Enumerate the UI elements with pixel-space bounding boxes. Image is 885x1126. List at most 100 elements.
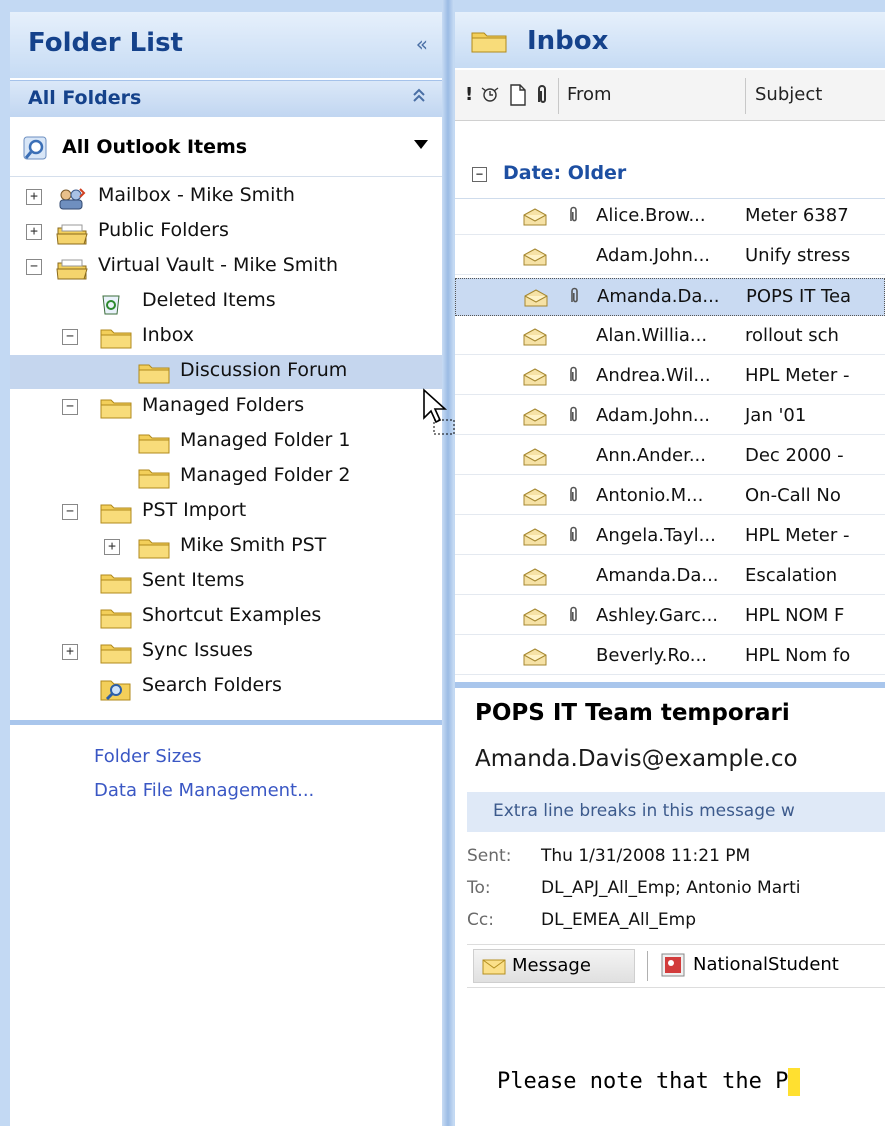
folder-icon: [100, 572, 132, 594]
message-row[interactable]: Amanda.Da... POPS IT Tea: [455, 278, 885, 316]
message-from: Adam.John...: [596, 245, 711, 266]
collapse-icon[interactable]: −: [62, 399, 78, 415]
column-separator: [558, 78, 559, 114]
cc-value[interactable]: DL_EMEA_All_Emp: [541, 910, 696, 930]
envelope-read-icon: [523, 448, 547, 471]
message-from: Alice.Brow...: [596, 205, 706, 226]
message-row[interactable]: Antonio.M... On-Call No: [455, 478, 885, 515]
column-separator: [745, 78, 746, 114]
message-row[interactable]: Andrea.Wil... HPL Meter -: [455, 358, 885, 395]
message-subject: POPS IT Team temporari: [475, 700, 790, 726]
date-group-header[interactable]: − Date: Older: [455, 122, 885, 199]
folder-icon: [138, 537, 170, 559]
info-bar[interactable]: Extra line breaks in this message w: [467, 792, 885, 832]
folder-tree-label: Sent Items: [142, 569, 245, 591]
message-row[interactable]: Angela.Tayl... HPL Meter -: [455, 518, 885, 555]
message-from: Beverly.Ro...: [596, 645, 707, 666]
mailbox-icon: [56, 187, 88, 210]
folder-tree-item[interactable]: Sent Items: [10, 565, 442, 599]
folder-tree-label: Shortcut Examples: [142, 604, 322, 626]
message-row[interactable]: Beverly.Ro... HPL Nom fo: [455, 638, 885, 675]
attachment-column-icon[interactable]: [535, 84, 549, 111]
expand-icon[interactable]: +: [26, 189, 42, 205]
folder-tree-label: Public Folders: [98, 219, 229, 241]
folder-tree-label: Mailbox - Mike Smith: [98, 184, 295, 206]
collapse-icon[interactable]: −: [26, 259, 42, 275]
message-row[interactable]: Adam.John... Jan '01: [455, 398, 885, 435]
subject-column[interactable]: Subject: [755, 84, 822, 105]
paperclip-icon: [568, 406, 580, 428]
message-row[interactable]: Ann.Ander... Dec 2000 -: [455, 438, 885, 475]
message-subject: HPL Meter -: [745, 365, 850, 386]
folder-tree-item[interactable]: Shortcut Examples: [10, 600, 442, 634]
expand-icon[interactable]: +: [62, 644, 78, 660]
folder-tree-item[interactable]: Discussion Forum: [10, 355, 442, 389]
message-tab-button[interactable]: Message: [473, 949, 635, 983]
folder-tree-label: Search Folders: [142, 674, 282, 696]
message-row[interactable]: Amanda.Da... Escalation: [455, 558, 885, 595]
collapse-icon[interactable]: −: [62, 504, 78, 520]
folder-tree-item[interactable]: Managed Folder 1: [10, 425, 442, 459]
folder-sizes-link[interactable]: Folder Sizes: [94, 746, 202, 767]
message-row[interactable]: Alice.Brow... Meter 6387: [455, 198, 885, 235]
paperclip-icon: [568, 366, 580, 388]
envelope-read-icon: [523, 368, 547, 391]
folder-tree-item[interactable]: Search Folders: [10, 670, 442, 704]
importance-column[interactable]: !: [465, 84, 473, 105]
inbox-pane: Inbox ! From Subject − Date: Older Alice…: [455, 12, 885, 1126]
envelope-read-icon: [523, 208, 547, 231]
envelope-read-icon: [523, 488, 547, 511]
folder-tree-item[interactable]: − Managed Folders: [10, 390, 442, 424]
message-sender[interactable]: Amanda.Davis@example.co: [475, 746, 798, 772]
item-type-column-icon[interactable]: [509, 84, 527, 111]
attachment-bar: Message NationalStudent: [467, 944, 885, 988]
folder-tree-item[interactable]: Deleted Items: [10, 285, 442, 319]
folder-icon: [100, 327, 132, 349]
message-row[interactable]: Adam.John... Unify stress: [455, 238, 885, 275]
collapse-pane-icon[interactable]: «: [416, 32, 428, 56]
envelope-read-icon: [523, 248, 547, 271]
chevron-up-icon[interactable]: [412, 87, 426, 107]
folder-tree-item[interactable]: − PST Import: [10, 495, 442, 529]
cc-label: Cc:: [467, 910, 494, 930]
from-column[interactable]: From: [567, 84, 612, 105]
view-selector-dropdown[interactable]: All Outlook Items: [10, 122, 442, 177]
message-subject: HPL Nom fo: [745, 645, 851, 666]
expand-icon[interactable]: +: [104, 539, 120, 555]
folder-icon: [138, 432, 170, 454]
dropdown-arrow-icon[interactable]: [414, 140, 428, 149]
folder-tree-item[interactable]: + Public Folders: [10, 215, 442, 249]
to-value[interactable]: DL_APJ_All_Emp; Antonio Marti: [541, 878, 801, 898]
folder-tree-item[interactable]: + Mailbox - Mike Smith: [10, 180, 442, 214]
message-body: Please note that the P: [497, 1068, 801, 1096]
message-body-text: Please note that the P: [497, 1069, 789, 1094]
folder-tree-label: PST Import: [142, 499, 247, 521]
folder-tree-item[interactable]: − Inbox: [10, 320, 442, 354]
info-bar-text: Extra line breaks in this message w: [493, 801, 795, 821]
message-subject: Unify stress: [745, 245, 851, 266]
message-row[interactable]: Alan.Willia... rollout sch: [455, 318, 885, 355]
folder-tree-label: Discussion Forum: [180, 359, 348, 381]
message-subject: Jan '01: [745, 405, 807, 426]
folder-tree: + Mailbox - Mike Smith + Public Folders − Vir…: [10, 180, 442, 720]
expand-icon[interactable]: +: [26, 224, 42, 240]
folder-tree-label: Virtual Vault - Mike Smith: [98, 254, 339, 276]
folder-icon: [471, 29, 507, 60]
all-folders-header[interactable]: All Folders: [10, 80, 442, 117]
collapse-icon[interactable]: −: [62, 329, 78, 345]
message-row[interactable]: Ashley.Garc... HPL NOM F: [455, 598, 885, 635]
attachment-separator: [647, 951, 648, 981]
data-file-management-link[interactable]: Data File Management...: [94, 780, 314, 801]
envelope-read-icon: [523, 528, 547, 551]
folder-tree-item[interactable]: Managed Folder 2: [10, 460, 442, 494]
folder-tree-item[interactable]: − Virtual Vault - Mike Smith: [10, 250, 442, 284]
folder-tree-label: Mike Smith PST: [180, 534, 327, 556]
message-subject: HPL NOM F: [745, 605, 845, 626]
folder-icon: [138, 467, 170, 489]
pane-splitter[interactable]: [442, 0, 454, 1126]
folder-tree-item[interactable]: + Sync Issues: [10, 635, 442, 669]
collapse-group-icon[interactable]: −: [472, 167, 487, 182]
reminder-column-icon[interactable]: [479, 84, 501, 109]
message-from: Antonio.M...: [596, 485, 704, 506]
folder-tree-item[interactable]: + Mike Smith PST: [10, 530, 442, 564]
